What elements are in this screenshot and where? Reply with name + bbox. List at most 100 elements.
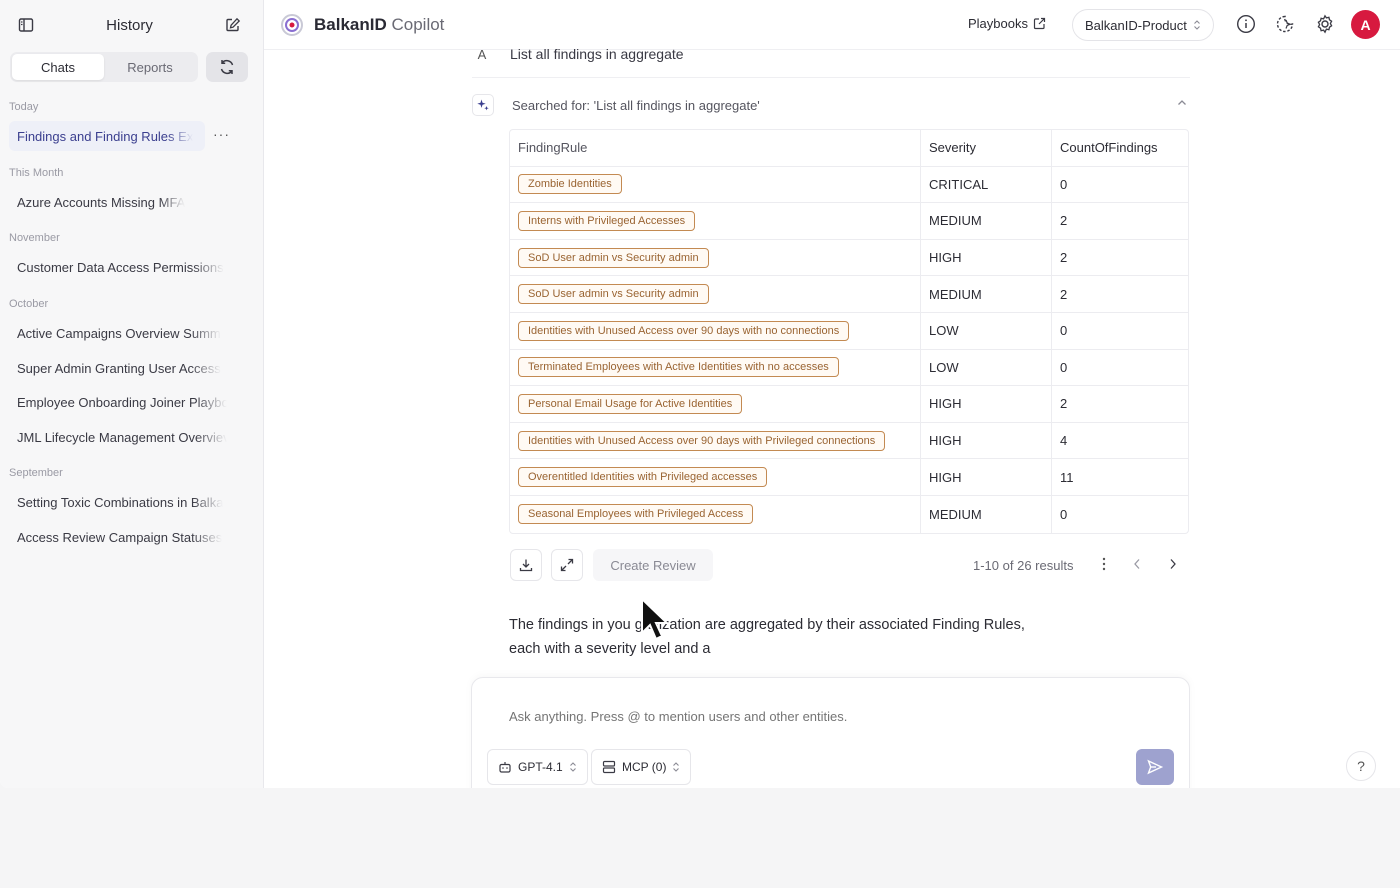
finding-rule-tag[interactable]: Identities with Unused Access over 90 da… <box>518 320 850 341</box>
brand: BalkanID Copilot <box>280 13 444 37</box>
chat-item[interactable]: Super Admin Granting User Access <box>9 353 235 383</box>
sidebar-toggle-icon[interactable] <box>16 15 36 35</box>
refresh-button[interactable] <box>206 52 248 82</box>
collapse-chevron-icon[interactable] <box>1176 96 1188 114</box>
brand-suffix: Copilot <box>391 14 445 34</box>
message-input[interactable] <box>509 709 1109 724</box>
create-review-button[interactable]: Create Review <box>593 549 713 581</box>
external-link-icon <box>1033 17 1046 30</box>
finding-rule-tag[interactable]: Overentitled Identities with Privileged … <box>518 467 768 488</box>
download-button[interactable] <box>510 549 542 581</box>
chevron-left-icon[interactable] <box>1132 556 1142 575</box>
brand-main: BalkanID <box>314 14 387 34</box>
sidebar-title: History <box>106 16 153 34</box>
table-row: SoD User admin vs Security admin MEDIUM 2 <box>510 276 1188 313</box>
count-cell: 0 <box>1060 176 1068 192</box>
chat-item-label: Employee Onboarding Joiner Playbo <box>17 394 227 410</box>
count-cell: 2 <box>1060 286 1068 302</box>
brand-logo-icon <box>281 13 303 36</box>
count-cell: 0 <box>1060 323 1068 339</box>
divider <box>472 77 1190 78</box>
mcp-selector[interactable]: MCP (0) <box>591 749 692 785</box>
chat-item[interactable]: Findings and Finding Rules Ex <box>9 121 205 151</box>
send-button[interactable] <box>1136 749 1174 785</box>
count-cell: 0 <box>1060 506 1068 522</box>
new-chat-icon[interactable] <box>223 15 243 35</box>
finding-rule-cell: Personal Email Usage for Active Identiti… <box>510 386 921 422</box>
table-row: Zombie Identities CRITICAL 0 <box>510 166 1188 204</box>
chat-item[interactable]: Active Campaigns Overview Summ <box>9 318 235 348</box>
table-row: Terminated Employees with Active Identit… <box>510 349 1188 387</box>
finding-rule-tag[interactable]: Interns with Privileged Accesses <box>518 210 696 231</box>
info-icon[interactable] <box>1234 12 1258 36</box>
finding-rule-tag[interactable]: SoD User admin vs Security admin <box>518 284 709 305</box>
group-label-this-month: This Month <box>9 167 64 179</box>
column-header-count[interactable]: CountOfFindings <box>1052 130 1188 166</box>
tab-chats[interactable]: Chats <box>12 54 104 80</box>
chat-item[interactable]: JML Lifecycle Management Overviev <box>9 422 235 452</box>
pagination-summary: 1-10 of 26 results <box>973 558 1074 573</box>
model-selector[interactable]: GPT-4.1 <box>487 749 588 785</box>
more-options-icon[interactable]: ··· <box>213 126 230 142</box>
count-cell: 2 <box>1060 213 1068 229</box>
table-row: SoD User admin vs Security admin HIGH 2 <box>510 239 1188 277</box>
gear-icon[interactable] <box>1313 12 1337 36</box>
findings-table: FindingRule Severity CountOfFindings Zom… <box>509 129 1189 534</box>
sidebar-tabs: Chats Reports <box>10 52 198 82</box>
table-row: Overentitled Identities with Privileged … <box>510 459 1188 496</box>
finding-rule-cell: SoD User admin vs Security admin <box>510 276 921 312</box>
table-header-row: FindingRule Severity CountOfFindings <box>510 130 1188 167</box>
sidebar-header: History <box>0 0 263 50</box>
chat-item-label: Super Admin Granting User Access <box>17 360 221 376</box>
download-icon <box>519 559 533 572</box>
tab-reports[interactable]: Reports <box>104 54 196 80</box>
chat-item-label: Access Review Campaign Statuses <box>17 529 223 545</box>
chat-item-label: Setting Toxic Combinations in Balka <box>17 494 224 510</box>
avatar[interactable]: A <box>1351 10 1380 39</box>
theme-toggle-icon[interactable] <box>1273 12 1297 36</box>
finding-rule-tag[interactable]: Seasonal Employees with Privileged Acces… <box>518 504 754 525</box>
column-header-severity[interactable]: Severity <box>921 130 1052 166</box>
finding-rule-cell: Identities with Unused Access over 90 da… <box>510 422 921 459</box>
finding-rule-tag[interactable]: SoD User admin vs Security admin <box>518 247 709 268</box>
chevron-updown-icon <box>673 762 680 772</box>
severity-cell: HIGH <box>921 459 1052 495</box>
chat-item[interactable]: Azure Accounts Missing MFA <box>9 187 235 217</box>
chevron-right-icon[interactable] <box>1168 556 1178 575</box>
chat-item[interactable]: Setting Toxic Combinations in Balka <box>9 487 235 517</box>
group-label-november: November <box>9 232 60 244</box>
model-label: GPT-4.1 <box>518 760 563 774</box>
tenant-label: BalkanID-Product <box>1085 17 1187 33</box>
severity-cell: HIGH <box>921 386 1052 422</box>
user-badge: A <box>477 46 487 62</box>
group-label-september: September <box>9 467 63 479</box>
finding-rule-cell: SoD User admin vs Security admin <box>510 239 921 276</box>
app-window: History Chats Reports Today Findings and… <box>0 0 1400 788</box>
finding-rule-tag[interactable]: Terminated Employees with Active Identit… <box>518 357 839 378</box>
group-label-today: Today <box>9 101 39 113</box>
finding-rule-tag[interactable]: Personal Email Usage for Active Identiti… <box>518 393 743 414</box>
mcp-label: MCP (0) <box>622 760 667 774</box>
help-button[interactable]: ? <box>1346 751 1376 781</box>
column-header-findingrule[interactable]: FindingRule <box>510 130 921 166</box>
chevron-updown-icon <box>569 762 576 772</box>
more-vertical-icon[interactable] <box>1099 556 1109 575</box>
chat-item[interactable]: Access Review Campaign Statuses <box>9 522 235 552</box>
server-icon <box>602 760 616 774</box>
finding-rule-cell: Terminated Employees with Active Identit… <box>510 349 921 386</box>
finding-rule-tag[interactable]: Identities with Unused Access over 90 da… <box>518 430 886 451</box>
severity-cell: HIGH <box>921 422 1052 459</box>
chat-item[interactable]: Employee Onboarding Joiner Playbo <box>9 387 235 417</box>
tenant-selector[interactable]: BalkanID-Product <box>1072 9 1214 41</box>
chat-item-label: Active Campaigns Overview Summ <box>17 325 221 341</box>
expand-button[interactable] <box>551 549 583 581</box>
severity-cell: LOW <box>921 312 1052 349</box>
table-body: Zombie Identities CRITICAL 0 Interns with P… <box>510 166 1188 533</box>
chat-item[interactable]: Customer Data Access Permissions <box>9 252 235 282</box>
group-label-october: October <box>9 298 49 310</box>
finding-rule-cell: Interns with Privileged Accesses <box>510 203 921 239</box>
refresh-icon <box>220 59 234 75</box>
finding-rule-tag[interactable]: Zombie Identities <box>518 174 622 195</box>
table-row: Seasonal Employees with Privileged Acces… <box>510 495 1188 533</box>
playbooks-link[interactable]: Playbooks <box>968 16 1046 31</box>
